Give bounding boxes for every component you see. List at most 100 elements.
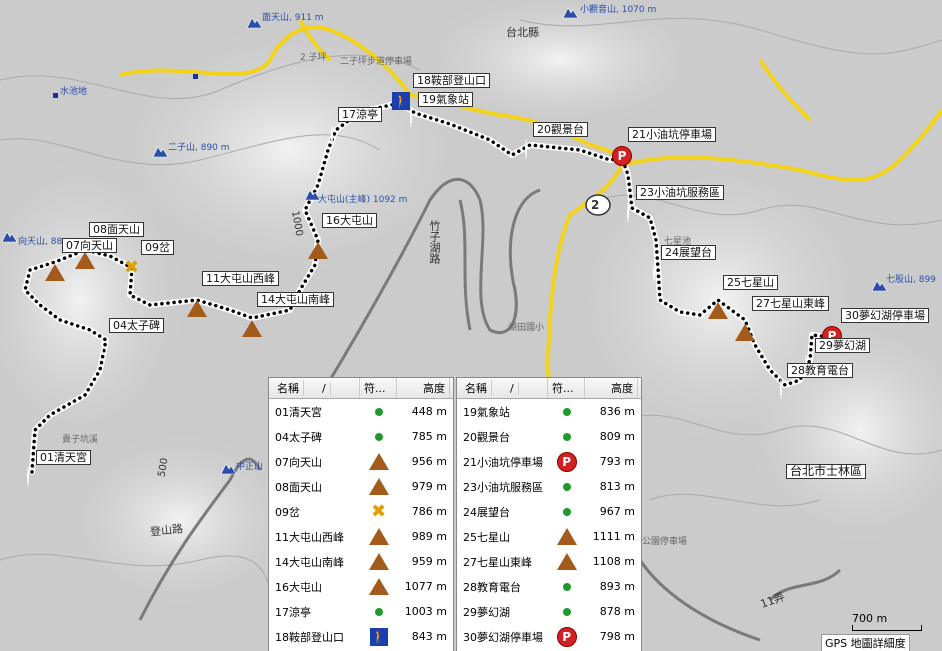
waypoint-symbol — [549, 507, 584, 516]
table-row[interactable]: 27七星山東峰 1108 m — [457, 549, 641, 574]
waypoint-symbol — [361, 407, 396, 416]
waypoint-marker-18[interactable]: 🚶 — [392, 92, 410, 110]
waypoint-label-23[interactable]: 23小油坑服務區 — [636, 185, 724, 200]
waypoint-elevation: 1003 m — [404, 605, 447, 618]
waypoint-name: 25七星山 — [463, 530, 510, 544]
poi-label: 大屯山(主峰) 1092 m — [318, 195, 408, 205]
waypoint-marker-01[interactable] — [27, 466, 29, 487]
waypoint-elevation: 843 m — [411, 630, 447, 643]
waypoint-name: 01清天宮 — [275, 405, 322, 419]
waypoint-elevation: 798 m — [599, 630, 635, 643]
table-row[interactable]: 14大屯山南峰 959 m — [269, 549, 453, 574]
scale-bar: 700 m — [852, 612, 922, 631]
map-detail-label: GPS 地圖詳細度 — [821, 634, 910, 651]
waypoint-label-07[interactable]: 07向天山 — [62, 238, 117, 253]
parking-icon: P — [612, 146, 632, 166]
table-row[interactable]: 18鞍部登山口 🚶 843 m — [269, 624, 453, 649]
table-row[interactable]: 21小油坑停車場 P 793 m — [457, 449, 641, 474]
waypoint-symbol — [549, 553, 584, 570]
column-header-symbol[interactable]: 符... — [548, 378, 585, 398]
waypoint-label-29[interactable]: 29夢幻湖 — [815, 338, 870, 353]
table-row[interactable]: 30夢幻湖停車場 P 798 m — [457, 624, 641, 649]
waypoint-label-21[interactable]: 21小油坑停車場 — [628, 127, 716, 142]
topographic-map[interactable]: 台北縣 台北市士林區 登山路 竹子湖路 11弄 2 1000 500 大屯山(主… — [0, 0, 942, 651]
waypoint-name: 27七星山東峰 — [463, 555, 532, 569]
table-row[interactable]: 09岔 ✖ 786 m — [269, 499, 453, 524]
column-header-elevation[interactable]: 高度 — [397, 378, 450, 398]
table-row[interactable]: 01清天宮 448 m — [269, 399, 453, 424]
waypoint-marker-23[interactable] — [627, 202, 629, 223]
table-row[interactable]: 20觀景台 809 m — [457, 424, 641, 449]
waypoint-label-14[interactable]: 14大屯山南峰 — [257, 292, 334, 307]
waypoint-elevation: 793 m — [599, 455, 635, 468]
waypoint-marker-09[interactable]: ✖ — [124, 258, 139, 277]
waypoint-label-17[interactable]: 17涼亭 — [338, 107, 382, 122]
table-row[interactable]: 16大屯山 1077 m — [269, 574, 453, 599]
waypoint-table-right: 名稱 / 符... 高度 19氣象站 836 m 20觀景台 809 m 21小油坑停車… — [456, 377, 642, 651]
waypoint-elevation: 786 m — [411, 505, 447, 518]
waypoint-name: 08面天山 — [275, 480, 322, 494]
table-row[interactable]: 07向天山 956 m — [269, 449, 453, 474]
poi-label: 小觀音山, 1070 m — [580, 5, 657, 15]
table-row[interactable]: 29夢幻湖 878 m — [457, 599, 641, 624]
waypoint-dot-icon — [101, 334, 103, 355]
column-header-name[interactable]: 名稱 / — [269, 378, 360, 398]
route-number: 2 — [591, 198, 600, 212]
table-row[interactable]: 17涼亭 1003 m — [269, 599, 453, 624]
table-row[interactable]: 28教育電台 893 m — [457, 574, 641, 599]
waypoint-dot-icon — [627, 202, 629, 223]
waypoint-label-20[interactable]: 20觀景台 — [533, 122, 588, 137]
junction-icon: ✖ — [124, 257, 140, 278]
waypoint-marker-04[interactable] — [101, 334, 103, 355]
junction-icon: ✖ — [371, 500, 387, 522]
waypoint-symbol: P — [549, 451, 584, 472]
waypoint-label-04[interactable]: 04太子碑 — [109, 318, 164, 333]
waypoint-label-19[interactable]: 19氣象站 — [418, 92, 473, 107]
waypoint-marker-21[interactable]: P — [612, 146, 632, 166]
waypoint-label-28[interactable]: 28教育電台 — [787, 363, 853, 378]
waypoint-marker-19[interactable] — [410, 107, 412, 128]
waypoint-label-09[interactable]: 09岔 — [141, 240, 174, 255]
waypoint-label-16[interactable]: 16大屯山 — [322, 213, 377, 228]
poi-label: 二子山, 890 m — [168, 143, 230, 153]
waypoint-elevation: 959 m — [411, 555, 447, 568]
table-row[interactable]: 19氣象站 836 m — [457, 399, 641, 424]
table-row[interactable]: 23小油坑服務區 813 m — [457, 474, 641, 499]
waypoint-label-24[interactable]: 24展望台 — [661, 245, 716, 260]
waypoint-marker-20[interactable] — [525, 139, 527, 160]
trailhead-icon: 🚶 — [369, 627, 388, 646]
waypoint-dot-icon — [374, 607, 383, 616]
waypoint-symbol — [361, 607, 396, 616]
waypoint-label-11[interactable]: 11大屯山西峰 — [202, 271, 279, 286]
waypoint-marker-17[interactable] — [331, 124, 333, 145]
waypoint-label-18[interactable]: 18鞍部登山口 — [413, 73, 490, 88]
waypoint-marker-28[interactable] — [780, 379, 782, 400]
waypoint-dot-icon — [410, 107, 412, 128]
waypoint-label-27[interactable]: 27七星山東峰 — [752, 296, 829, 311]
trailhead-icon: 🚶 — [392, 92, 410, 110]
waypoint-marker-24[interactable] — [653, 262, 655, 283]
waypoint-label-25[interactable]: 25七星山 — [723, 275, 778, 290]
waypoint-elevation: 967 m — [599, 505, 635, 518]
table-row[interactable]: 11大屯山西峰 989 m — [269, 524, 453, 549]
waypoint-label-30[interactable]: 30夢幻湖停車場 — [841, 308, 929, 323]
waypoint-label-08[interactable]: 08面天山 — [89, 222, 144, 237]
table-row[interactable]: 25七星山 1111 m — [457, 524, 641, 549]
waypoint-name: 07向天山 — [275, 455, 322, 469]
poi-label: 中正山 — [236, 462, 264, 472]
column-header-symbol[interactable]: 符... — [360, 378, 397, 398]
column-header-name[interactable]: 名稱 / — [457, 378, 548, 398]
waypoint-symbol — [361, 432, 396, 441]
waypoint-label-01[interactable]: 01清天宮 — [36, 450, 91, 465]
table-row[interactable]: 08面天山 979 m — [269, 474, 453, 499]
waypoint-symbol — [361, 453, 396, 470]
table-row[interactable]: 04太子碑 785 m — [269, 424, 453, 449]
table-row[interactable]: 24展望台 967 m — [457, 499, 641, 524]
column-header-elevation[interactable]: 高度 — [585, 378, 638, 398]
road-label-right: 竹子湖路 — [428, 220, 441, 264]
waypoint-elevation: 956 m — [411, 455, 447, 468]
waypoint-symbol — [361, 478, 396, 495]
waypoint-symbol — [549, 407, 584, 416]
waypoint-dot-icon — [331, 124, 333, 145]
waypoint-elevation: 1108 m — [592, 555, 635, 568]
